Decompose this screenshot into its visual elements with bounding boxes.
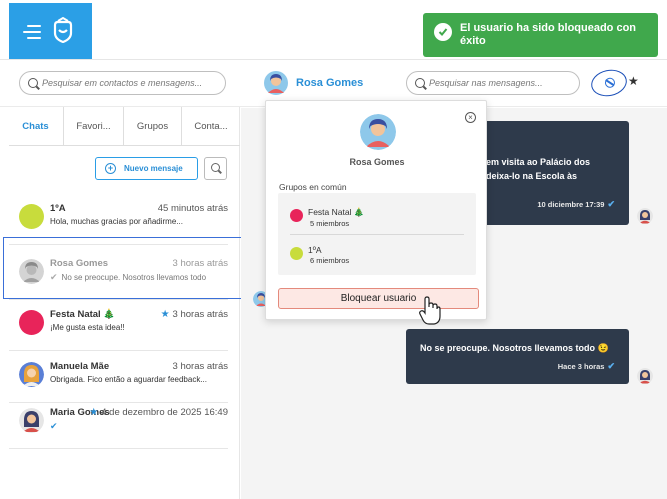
search-icon (211, 163, 220, 172)
hamburger-menu-icon[interactable] (23, 25, 41, 39)
group-avatar (290, 209, 303, 222)
search-icon (415, 78, 425, 88)
messages-search[interactable] (406, 71, 580, 95)
avatar (19, 362, 44, 387)
divider (290, 234, 464, 235)
avatar (19, 408, 44, 433)
plus-icon: + (105, 163, 116, 174)
block-icon (604, 76, 616, 89)
contact-info-popup: × Rosa Gomes Grupos en común Festa Natal… (265, 100, 487, 320)
tab-groups[interactable]: Grupos (123, 107, 181, 146)
messages-search-input[interactable] (429, 75, 567, 91)
contacts-search[interactable] (19, 71, 226, 95)
search-icon (28, 78, 38, 88)
contacts-search-input[interactable] (42, 75, 206, 91)
toast-message: El usuario ha sido bloqueado con éxito (460, 22, 637, 47)
avatar (19, 310, 44, 335)
selected-chat-highlight (3, 237, 248, 299)
read-check-icon: ✔ (50, 421, 58, 431)
avatar (637, 368, 653, 384)
app-logo-icon (53, 17, 73, 43)
block-user-button[interactable] (588, 66, 630, 100)
top-bar: El usuario ha sido bloqueado con éxito (0, 0, 667, 60)
chat-list-panel: Chats Favori... Grupos Conta... + Nuevo … (0, 107, 240, 499)
contact-name: Rosa Gomes (296, 77, 364, 89)
tab-bar: Chats Favori... Grupos Conta... (9, 107, 240, 146)
success-toast: El usuario ha sido bloqueado con éxito (423, 13, 658, 57)
avatar (637, 208, 653, 224)
wink-emoji: 😉 (597, 343, 609, 353)
message-bubble: No se preocupe. Nosotros llevamos todo 😉… (406, 329, 629, 384)
tree-emoji: 🎄 (103, 309, 116, 320)
chat-search-button[interactable] (204, 157, 227, 180)
common-groups-list: Festa Natal 🎄 5 miembros 1ºA 6 miembros (278, 193, 476, 275)
contact-avatar (264, 71, 288, 95)
star-icon[interactable]: ★ (628, 74, 639, 88)
read-check-icon: ✔ (607, 361, 615, 371)
contact-header[interactable]: Rosa Gomes (264, 71, 363, 95)
new-message-button[interactable]: + Nuevo mensaje (95, 157, 198, 180)
tab-favorites[interactable]: Favori... (63, 107, 123, 146)
brand-area (9, 3, 92, 59)
close-icon[interactable]: × (465, 112, 476, 123)
divider (9, 448, 228, 449)
chat-item-maria-gomes[interactable]: Maria Gomes ★ 4 de dezembro de 2025 16:49… (9, 392, 228, 449)
avatar (19, 204, 44, 229)
message-bubble: em visita ao Palácio dos deixa-lo na Esc… (471, 121, 629, 225)
tree-emoji: 🎄 (353, 207, 365, 217)
block-user-confirm-button[interactable]: Bloquear usuario (278, 288, 479, 309)
favorite-star-icon: ★ (89, 407, 99, 418)
chat-item-festa-natal[interactable]: Festa Natal 🎄 ★ 3 horas atrás ¡Me gusta e… (9, 294, 228, 351)
tab-contacts[interactable]: Conta... (181, 107, 240, 146)
hand-cursor-icon (419, 296, 441, 325)
favorite-star-icon: ★ (160, 309, 170, 320)
tab-chats[interactable]: Chats (9, 107, 62, 146)
popup-avatar (360, 114, 396, 150)
group-avatar (290, 247, 303, 260)
read-check-icon: ✔ (607, 199, 615, 209)
check-circle-icon (434, 23, 452, 41)
